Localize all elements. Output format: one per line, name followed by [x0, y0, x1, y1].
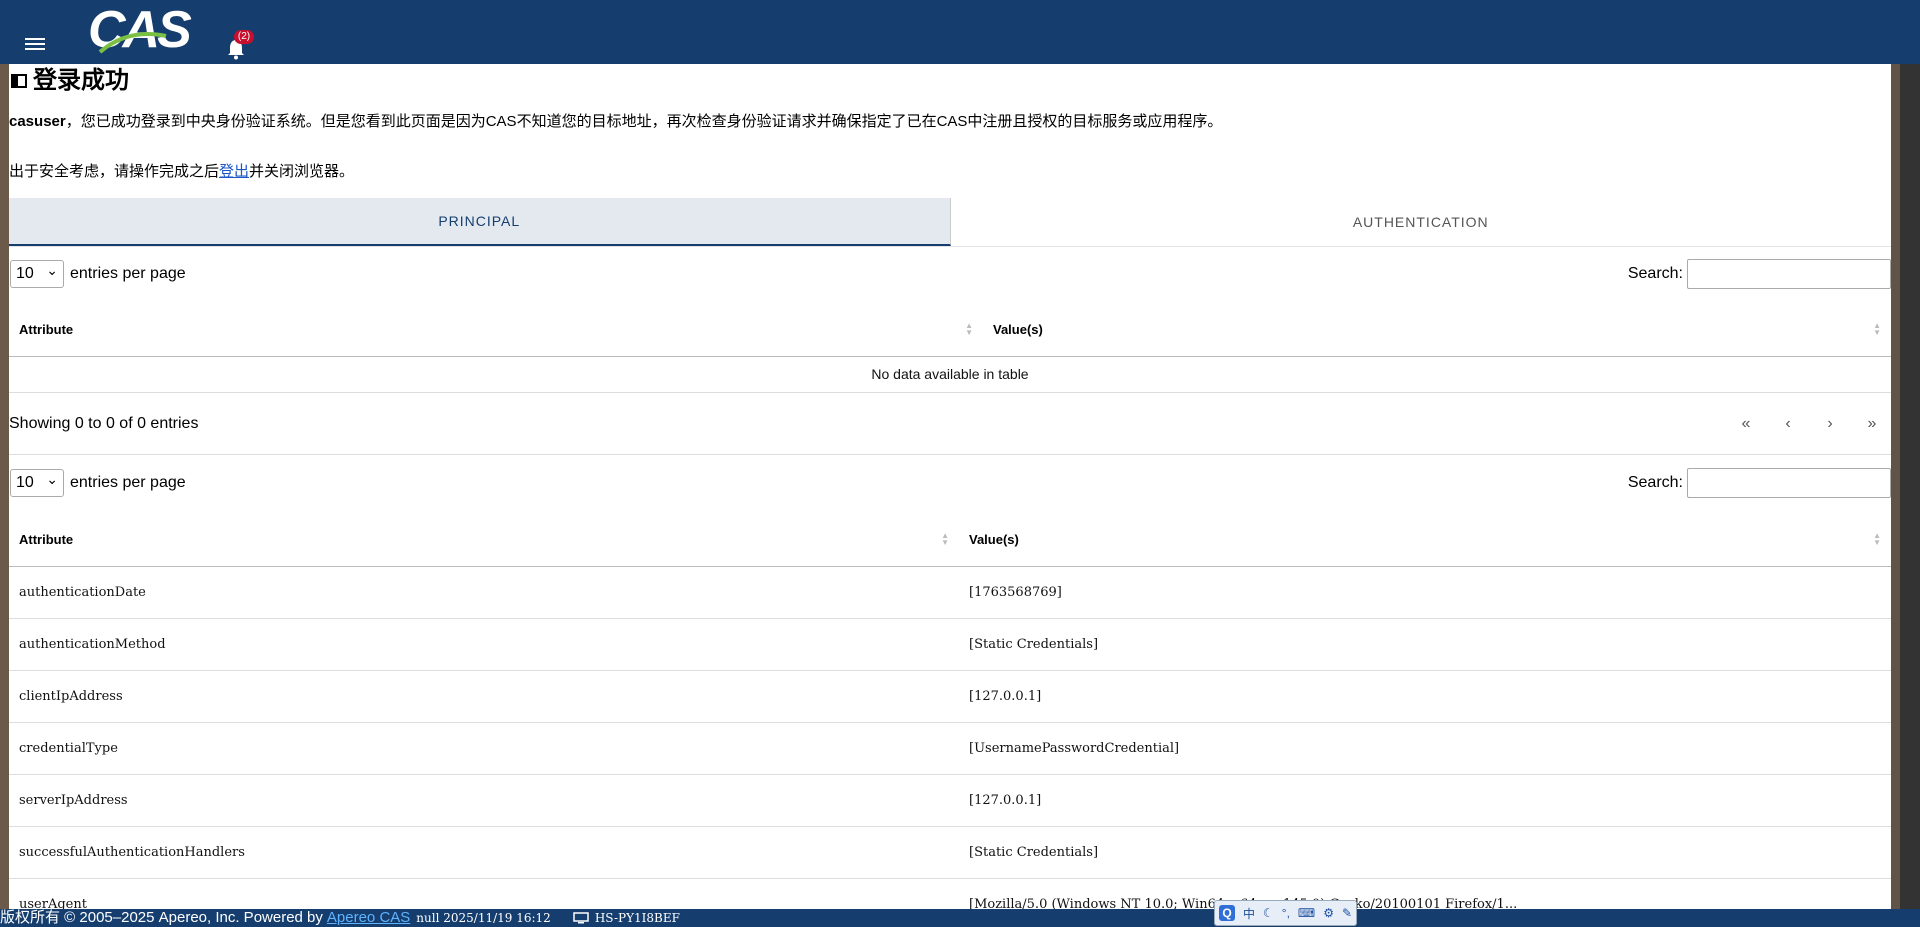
panel-toggle-icon: [11, 74, 27, 88]
principal-table: Attribute ▲ ▼ Value(s) ▲ ▼ No data availab…: [9, 304, 1891, 393]
tab-bar: PRINCIPAL AUTHENTICATION: [9, 198, 1891, 247]
attribute-cell: authenticationMethod: [9, 618, 959, 671]
table-row: authenticationDate [1763568769]: [9, 566, 1891, 619]
security-prefix: 出于安全考虑，请操作完成之后: [9, 163, 220, 180]
sort-icon: ▲ ▼: [941, 531, 949, 547]
moon-icon[interactable]: ☾: [1263, 906, 1274, 920]
hamburger-menu-icon[interactable]: [25, 38, 45, 52]
first-page-button[interactable]: «: [1739, 415, 1753, 433]
entries-label: entries per page: [70, 474, 186, 491]
principal-length-control: 10 entries per page: [10, 257, 186, 288]
principal-page-length-select[interactable]: 10: [10, 257, 64, 288]
next-page-button[interactable]: ›: [1823, 415, 1837, 433]
ime-language-toggle[interactable]: 中: [1243, 905, 1255, 922]
column-header-label: Value(s): [993, 322, 1043, 338]
auth-search-input[interactable]: [1687, 468, 1891, 498]
value-cell: [Static Credentials]: [959, 826, 1891, 879]
auth-page-length-select[interactable]: 10: [10, 466, 64, 497]
tab-authentication[interactable]: AUTHENTICATION: [951, 198, 1892, 246]
principal-table-info: Showing 0 to 0 of 0 entries: [9, 415, 199, 432]
column-header-label: Value(s): [969, 532, 1019, 548]
table-row: userAgent [Mozilla/5.0 (Windows NT 10.0;…: [9, 878, 1891, 909]
scrollbar-track[interactable]: [1900, 64, 1920, 909]
search-label: Search:: [1627, 474, 1683, 491]
security-notice: 出于安全考虑，请操作完成之后登出并关闭浏览器。: [9, 162, 354, 182]
top-navbar: CAS (2): [0, 0, 1920, 64]
auth-search: Search:: [1628, 468, 1891, 498]
apereo-cas-link[interactable]: Apereo CAS: [327, 909, 410, 927]
principal-search: Search:: [1628, 259, 1891, 289]
sort-icon: ▲ ▼: [1873, 321, 1881, 337]
page-title: 登录成功: [11, 66, 129, 96]
auth-length-control: 10 entries per page: [10, 466, 186, 497]
computer-icon: [573, 912, 589, 924]
main-content: 登录成功 casuser，您已成功登录到中央身份验证系统。但是您看到此页面是因为…: [9, 64, 1891, 909]
value-cell: [127.0.0.1]: [959, 774, 1891, 827]
section-divider: [9, 454, 1891, 455]
previous-page-button[interactable]: ‹: [1781, 415, 1795, 433]
copyright-text: 版权所有 © 2005–2025 Apereo, Inc. Powered by: [0, 909, 323, 926]
table-row: credentialType [UsernamePasswordCredenti…: [9, 722, 1891, 775]
empty-table-message: No data available in table: [9, 356, 1891, 393]
column-header-label: Attribute: [19, 322, 74, 338]
attribute-cell: serverIpAddress: [9, 774, 959, 827]
column-header-attribute[interactable]: Attribute ▲ ▼: [9, 304, 983, 357]
column-header-attribute[interactable]: Attribute ▲ ▼: [9, 514, 959, 567]
security-suffix: 并关闭浏览器。: [249, 163, 355, 180]
footer-info: null 2025/11/19 16:12: [416, 911, 551, 925]
footer: 版权所有 © 2005–2025 Apereo, Inc. Powered by…: [0, 909, 1920, 927]
notification-count-badge: (2): [234, 30, 254, 44]
wrench-icon[interactable]: ✎: [1342, 906, 1352, 920]
table-row: successfulAuthenticationHandlers [Static…: [9, 826, 1891, 879]
last-page-button[interactable]: »: [1865, 415, 1879, 433]
table-row: authenticationMethod [Static Credentials…: [9, 618, 1891, 671]
tab-principal[interactable]: PRINCIPAL: [9, 198, 951, 246]
sort-icon: ▲ ▼: [965, 321, 973, 337]
logout-link[interactable]: 登出: [219, 163, 249, 180]
punctuation-icon[interactable]: °,: [1282, 906, 1290, 920]
attribute-cell: userAgent: [9, 878, 959, 909]
search-label: Search:: [1627, 265, 1683, 282]
principal-search-input[interactable]: [1687, 259, 1891, 289]
column-header-values[interactable]: Value(s) ▲ ▼: [983, 304, 1891, 357]
authentication-table: Attribute ▲ ▼ Value(s) ▲ ▼ authenticationD…: [9, 514, 1891, 909]
ime-logo-icon[interactable]: Q: [1219, 905, 1235, 921]
ime-toolbar[interactable]: Q 中 ☾ °, ⌨ ⚙ ✎: [1214, 900, 1358, 926]
settings-icon[interactable]: ⚙: [1323, 906, 1334, 920]
logo-swoosh-icon: [98, 32, 167, 54]
sort-icon: ▲ ▼: [1873, 531, 1881, 547]
keyboard-icon[interactable]: ⌨: [1298, 906, 1315, 920]
table-row: clientIpAddress [127.0.0.1]: [9, 670, 1891, 723]
page-title-text: 登录成功: [33, 67, 129, 94]
value-cell: [127.0.0.1]: [959, 670, 1891, 723]
principal-pagination: « ‹ › »: [1739, 415, 1891, 433]
success-message: casuser，您已成功登录到中央身份验证系统。但是您看到此页面是因为CAS不知…: [9, 112, 1222, 132]
column-header-label: Attribute: [19, 532, 74, 548]
attribute-cell: authenticationDate: [9, 566, 959, 619]
value-cell: [Static Credentials]: [959, 618, 1891, 671]
attribute-cell: credentialType: [9, 722, 959, 775]
attribute-cell: clientIpAddress: [9, 670, 959, 723]
username: casuser: [9, 113, 66, 130]
hostname: HS-PY1I8BEF: [594, 911, 680, 925]
table-row: serverIpAddress [127.0.0.1]: [9, 774, 1891, 827]
attribute-cell: successfulAuthenticationHandlers: [9, 826, 959, 879]
success-message-text: ，您已成功登录到中央身份验证系统。但是您看到此页面是因为CAS不知道您的目标地址…: [65, 113, 1223, 130]
value-cell: [Mozilla/5.0 (Windows NT 10.0; Win64; x6…: [959, 878, 1891, 909]
value-cell: [UsernamePasswordCredential]: [959, 722, 1891, 775]
entries-label: entries per page: [70, 265, 186, 282]
column-header-values[interactable]: Value(s) ▲ ▼: [959, 514, 1891, 567]
value-cell: [1763568769]: [959, 566, 1891, 619]
